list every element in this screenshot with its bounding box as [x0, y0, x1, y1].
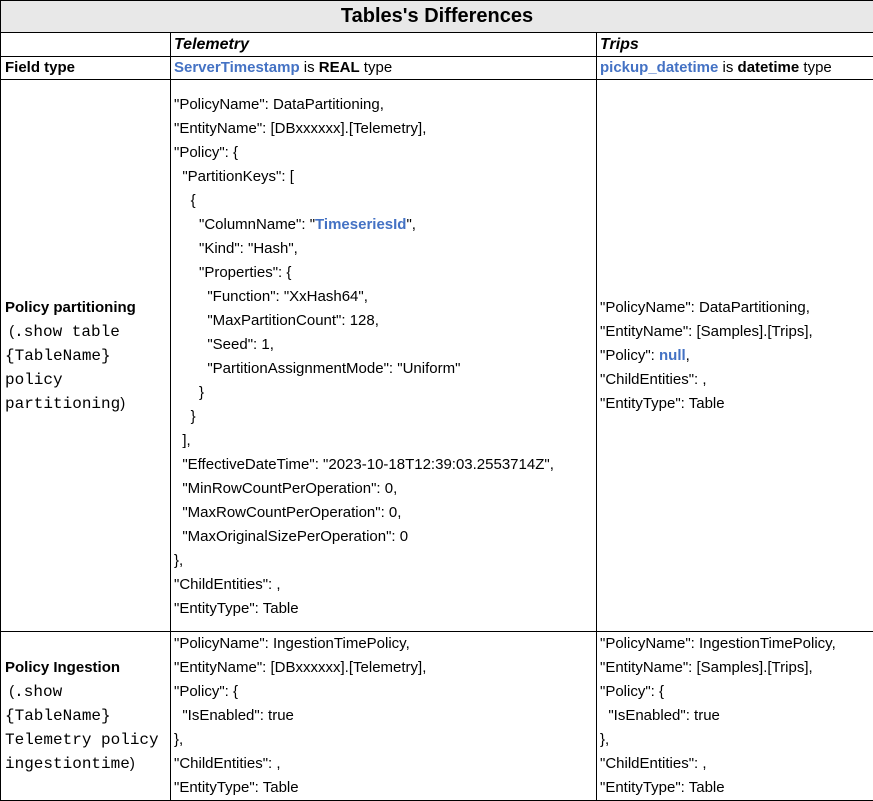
- field-type-row: Field type ServerTimestamp is REAL type …: [0, 56, 873, 80]
- header-trips: Trips: [595, 32, 873, 57]
- code-line: "EntityName": [Samples].[Trips],: [600, 322, 813, 340]
- ingestion-label: Policy Ingestion (.show {TableName} Tele…: [0, 631, 171, 801]
- code-line: "Policy": null,: [600, 344, 870, 368]
- code-line: {: [174, 192, 196, 209]
- code-line: "Kind": "Hash",: [174, 240, 298, 257]
- header-row: Telemetry Trips: [0, 32, 873, 57]
- code-line: "Seed": 1,: [174, 336, 274, 353]
- code-line-prefix: "Policy":: [600, 346, 659, 364]
- header-empty-cell: [0, 32, 171, 57]
- differences-table: Tables's Differences Telemetry Trips Fie…: [0, 0, 873, 801]
- code-line: "PolicyName": DataPartitioning,: [174, 96, 384, 113]
- telemetry-field-name: ServerTimestamp: [174, 59, 300, 76]
- code-line: "ChildEntities": ,: [174, 755, 281, 772]
- field-type-label: Field type: [0, 56, 171, 80]
- code-line: "PartitionKeys": [: [174, 168, 294, 185]
- partition-column-name: TimeseriesId: [315, 216, 407, 233]
- ingestion-trips-code: "PolicyName": IngestionTimePolicy, "Enti…: [595, 631, 873, 801]
- code-line: "Policy": {: [174, 144, 239, 161]
- code-line: "PolicyName": DataPartitioning,: [600, 298, 810, 316]
- field-type-text: is: [299, 59, 319, 76]
- partitioning-telemetry-code: "PolicyName": DataPartitioning, "EntityN…: [170, 79, 597, 632]
- code-line: "IsEnabled": true: [600, 707, 720, 724]
- partitioning-row: Policy partitioning (.show table {TableN…: [0, 79, 873, 632]
- partitioning-trips-code: "PolicyName": DataPartitioning, "EntityN…: [595, 79, 873, 632]
- code-line: "PolicyName": IngestionTimePolicy,: [600, 635, 836, 652]
- code-line: "Properties": {: [174, 264, 292, 281]
- code-line: "ChildEntities": ,: [600, 755, 707, 772]
- policy-null-value: null: [659, 346, 686, 364]
- code-line: "EntityType": Table: [600, 394, 725, 412]
- code-line: "MinRowCountPerOperation": 0,: [174, 480, 398, 497]
- code-line: "PartitionAssignmentMode": "Uniform": [174, 360, 461, 377]
- partitioning-label: Policy partitioning (.show table {TableN…: [0, 79, 171, 632]
- code-line: "EntityType": Table: [174, 779, 299, 796]
- field-type-text: is: [718, 59, 738, 76]
- code-line: },: [174, 731, 184, 748]
- code-line: }: [174, 408, 196, 425]
- code-line: "EffectiveDateTime": "2023-10-18T12:39:0…: [174, 456, 554, 473]
- header-telemetry: Telemetry: [170, 32, 597, 57]
- code-line: "MaxRowCountPerOperation": 0,: [174, 504, 402, 521]
- code-line: "Policy": {: [600, 683, 665, 700]
- code-line: },: [174, 552, 184, 569]
- code-line: "IsEnabled": true: [174, 707, 294, 724]
- code-line: "Policy": {: [174, 683, 239, 700]
- code-line: "ChildEntities": ,: [600, 370, 707, 388]
- ingestion-command: .show {TableName} Telemetry policy inges…: [5, 683, 159, 773]
- code-line: "EntityName": [DBxxxxxx].[Telemetry],: [174, 120, 427, 137]
- code-line: "PolicyName": IngestionTimePolicy,: [174, 635, 410, 652]
- table-title: Tables's Differences: [0, 0, 873, 33]
- code-line: },: [600, 731, 610, 748]
- telemetry-field-type: REAL: [318, 59, 360, 76]
- code-line: "EntityName": [Samples].[Trips],: [600, 659, 813, 676]
- code-line-prefix: "ColumnName": ": [174, 216, 316, 233]
- code-line: "MaxPartitionCount": 128,: [174, 312, 379, 329]
- code-line: "ChildEntities": ,: [174, 576, 281, 593]
- ingestion-telemetry-code: "PolicyName": IngestionTimePolicy, "Enti…: [170, 631, 597, 801]
- partitioning-label-title: Policy partitioning: [5, 298, 136, 316]
- code-line-suffix: ,: [685, 346, 690, 364]
- code-line-suffix: ",: [406, 216, 416, 233]
- code-line: "EntityType": Table: [174, 600, 299, 617]
- label-paren: ): [129, 755, 135, 772]
- code-line: "MaxOriginalSizePerOperation": 0: [174, 528, 409, 545]
- field-type-text: type: [799, 59, 832, 76]
- trips-field-type: datetime: [737, 59, 800, 76]
- code-line: "ColumnName": "TimeseriesId",: [174, 213, 593, 237]
- partitioning-command: .show table {TableName} policy partition…: [5, 322, 121, 413]
- label-paren: ): [120, 394, 126, 412]
- ingestion-row: Policy Ingestion (.show {TableName} Tele…: [0, 631, 873, 801]
- field-type-trips: pickup_datetime is datetime type: [595, 56, 873, 80]
- field-type-telemetry: ServerTimestamp is REAL type: [170, 56, 597, 80]
- code-line: "EntityName": [DBxxxxxx].[Telemetry],: [174, 659, 427, 676]
- ingestion-label-title: Policy Ingestion: [5, 659, 121, 676]
- title-row: Tables's Differences: [0, 0, 873, 33]
- code-line: "Function": "XxHash64",: [174, 288, 368, 305]
- code-line: ],: [174, 432, 191, 449]
- label-paren: (: [5, 683, 15, 700]
- trips-field-name: pickup_datetime: [600, 59, 719, 76]
- field-type-text: type: [359, 59, 393, 76]
- code-line: "EntityType": Table: [600, 779, 725, 796]
- code-line: }: [174, 384, 205, 401]
- label-paren: (: [5, 322, 15, 340]
